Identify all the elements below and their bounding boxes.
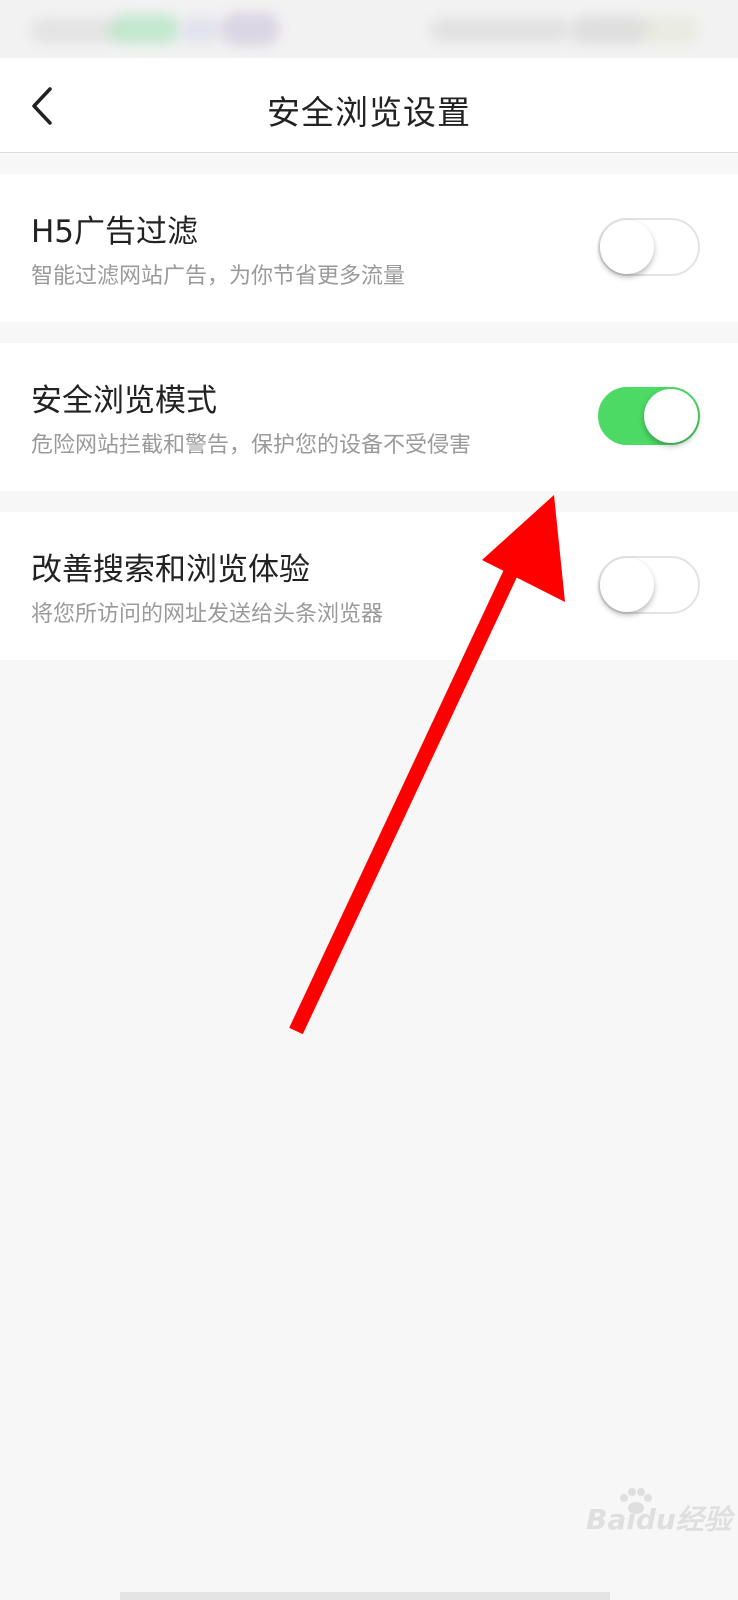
watermark-text: Baidu经验: [586, 1503, 732, 1536]
bottom-bar: [120, 1592, 610, 1600]
status-bar: [0, 0, 738, 58]
toggle-knob: [600, 558, 654, 612]
safe-browsing-toggle[interactable]: [598, 387, 700, 445]
setting-description: 将您所访问的网址发送给头条浏览器: [31, 602, 384, 627]
toggle-knob: [644, 389, 698, 443]
setting-title: 安全浏览模式: [31, 383, 217, 419]
setting-title: 改善搜索和浏览体验: [31, 552, 310, 588]
h5-ad-filter-toggle[interactable]: [598, 218, 700, 276]
header-bar: 安全浏览设置: [0, 58, 738, 153]
page-title: 安全浏览设置: [267, 93, 471, 132]
setting-title: H5广告过滤: [31, 214, 199, 250]
setting-description: 危险网站拦截和警告，保护您的设备不受侵害: [31, 433, 472, 458]
toggle-knob: [600, 220, 654, 274]
setting-row-safe-browsing: 安全浏览模式 危险网站拦截和警告，保护您的设备不受侵害: [0, 343, 738, 491]
setting-row-improve-search: 改善搜索和浏览体验 将您所访问的网址发送给头条浏览器: [0, 512, 738, 660]
setting-row-h5-ad-filter: H5广告过滤 智能过滤网站广告，为你节省更多流量: [0, 174, 738, 322]
improve-search-toggle[interactable]: [598, 556, 700, 614]
baidu-watermark: Baidu经验: [566, 1488, 732, 1544]
setting-description: 智能过滤网站广告，为你节省更多流量: [31, 264, 406, 289]
